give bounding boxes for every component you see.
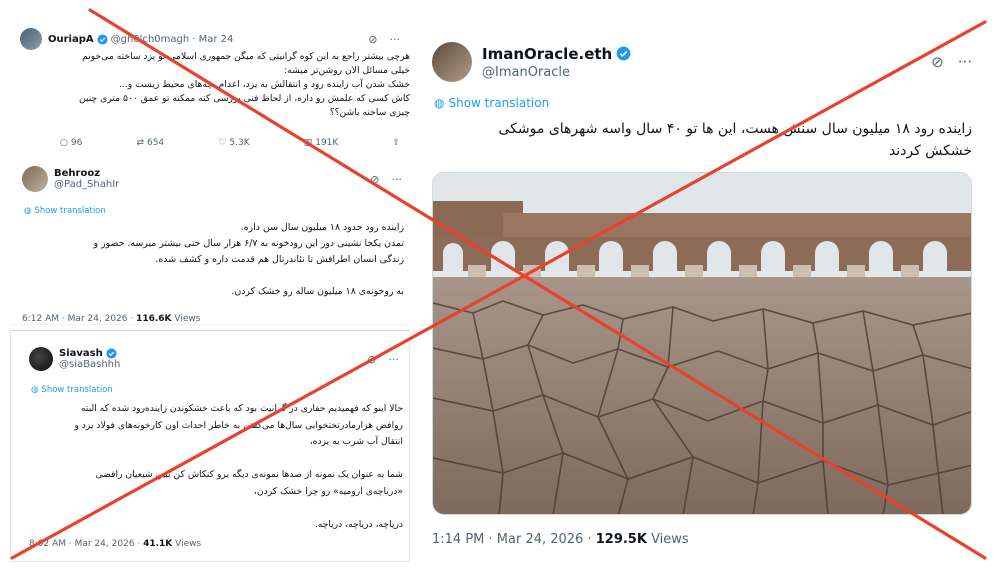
author-handle[interactable]: @gh0lch0magh	[111, 34, 190, 45]
verified-badge-icon	[97, 33, 108, 45]
more-icon[interactable]: ···	[392, 173, 403, 186]
translate-icon: ◍	[31, 385, 39, 395]
show-translation-label: Show translation	[34, 206, 106, 216]
verified-badge-icon	[106, 348, 117, 359]
author-handle[interactable]: @Pad_ShahIr	[54, 179, 119, 190]
tweet-time[interactable]: 1:14 PM · Mar 24, 2026 ·	[432, 532, 596, 547]
repost-button[interactable]: ⇄ 654	[136, 138, 164, 148]
riverbed-illustration	[433, 173, 971, 514]
grok-icon[interactable]: ⊘	[370, 173, 379, 186]
views-label: Views	[646, 532, 689, 547]
tweet3-header: Siavash @siaBashhh ⊘ ···	[29, 347, 399, 371]
verified-badge-icon	[616, 46, 631, 61]
tweet2-text: زاینده رود حدود ۱۸ میلیون سال سن داره. ت…	[93, 222, 404, 297]
avatar[interactable]	[20, 28, 42, 50]
reply-button[interactable]: ○ 96	[60, 138, 82, 148]
views-button[interactable]: ▥ 191K	[304, 138, 339, 148]
more-icon[interactable]: ···	[389, 353, 400, 366]
tweet2-header: Behrooz @Pad_ShahIr ⊘ ···	[22, 166, 402, 192]
reply-count: 96	[70, 138, 83, 148]
views-count: 129.5K	[595, 532, 647, 547]
main-tweet-header: ImanOracle.eth @ImanOracle ⊘ ···	[432, 42, 972, 82]
tweet1-header: OuriapA @gh0lch0magh · Mar 24 ⊘ ···	[20, 28, 400, 50]
grok-icon[interactable]: ⊘	[368, 33, 377, 46]
tweet2-meta: 6:12 AM · Mar 24, 2026 · 116.6K Views	[22, 314, 200, 324]
show-translation-link[interactable]: ◍ Show translation	[24, 206, 106, 216]
tweet-time[interactable]: 6:12 AM · Mar 24, 2026 ·	[22, 314, 136, 324]
tweet3-meta: 8:02 AM · Mar 24, 2026 · 41.1K Views	[29, 539, 201, 549]
tweet1-actions: ○ 96 ⇄ 654 ♡ 5.3K ▥ 191K ⇪	[60, 138, 400, 148]
author-name[interactable]: OuriapA	[48, 34, 94, 45]
tweet1-text: هرچی بیشتر راجع به این کوه گرانیتی که می…	[78, 51, 410, 118]
like-icon: ♡	[218, 138, 227, 148]
tweet-date[interactable]: · Mar 24	[192, 34, 233, 45]
show-translation-label: Show translation	[41, 385, 113, 395]
author-handle[interactable]: @siaBashhh	[59, 359, 120, 370]
avatar[interactable]	[22, 166, 48, 192]
reply-icon: ○	[60, 138, 68, 148]
author-name[interactable]: ImanOracle.eth	[482, 45, 612, 63]
grok-icon[interactable]: ⊘	[367, 353, 376, 366]
views-label: Views	[171, 314, 201, 324]
views-label: Views	[172, 539, 202, 549]
share-button[interactable]: ⇪	[392, 138, 400, 148]
more-icon[interactable]: ···	[390, 33, 401, 46]
tweet3-text: حالا اینو که فهمیدیم حفاری در گرانیت بود…	[74, 403, 403, 530]
more-icon[interactable]: ···	[958, 53, 972, 71]
repost-icon: ⇄	[136, 138, 144, 148]
avatar[interactable]	[432, 42, 472, 82]
show-translation-link[interactable]: ◍ Show translation	[31, 385, 113, 395]
show-translation-link[interactable]: ◍ Show translation	[434, 96, 549, 110]
share-icon: ⇪	[392, 138, 400, 148]
right-screenshot: ImanOracle.eth @ImanOracle ⊘ ··· ◍ Show …	[418, 22, 990, 567]
repost-count: 654	[146, 138, 165, 148]
author-handle[interactable]: @ImanOracle	[482, 65, 631, 80]
like-button[interactable]: ♡ 5.3K	[218, 138, 249, 148]
avatar[interactable]	[29, 347, 53, 371]
dry-riverbed-photo[interactable]	[432, 172, 972, 515]
main-tweet-text: زاینده رود ۱۸ میلیون سال سنش هست، این ها…	[498, 121, 972, 159]
like-count: 5.3K	[229, 138, 250, 148]
tweet-time[interactable]: 8:02 AM · Mar 24, 2026 ·	[29, 539, 143, 549]
author-name[interactable]: Siavash	[59, 348, 103, 359]
translate-icon: ◍	[434, 96, 445, 110]
views-count: 191K	[315, 138, 339, 148]
grok-icon[interactable]: ⊘	[931, 53, 944, 71]
show-translation-label: Show translation	[448, 96, 550, 110]
views-count: 41.1K	[143, 539, 173, 549]
left-bottom-screenshot: Siavash @siaBashhh ⊘ ··· ◍ Show translat…	[10, 330, 410, 562]
left-top-screenshot: OuriapA @gh0lch0magh · Mar 24 ⊘ ··· هرچی…	[10, 10, 410, 325]
translate-icon: ◍	[24, 206, 32, 216]
views-icon: ▥	[303, 138, 313, 148]
author-name[interactable]: Behrooz	[54, 168, 119, 179]
main-tweet-meta: 1:14 PM · Mar 24, 2026 · 129.5K Views	[432, 532, 689, 547]
views-count: 116.6K	[136, 314, 172, 324]
